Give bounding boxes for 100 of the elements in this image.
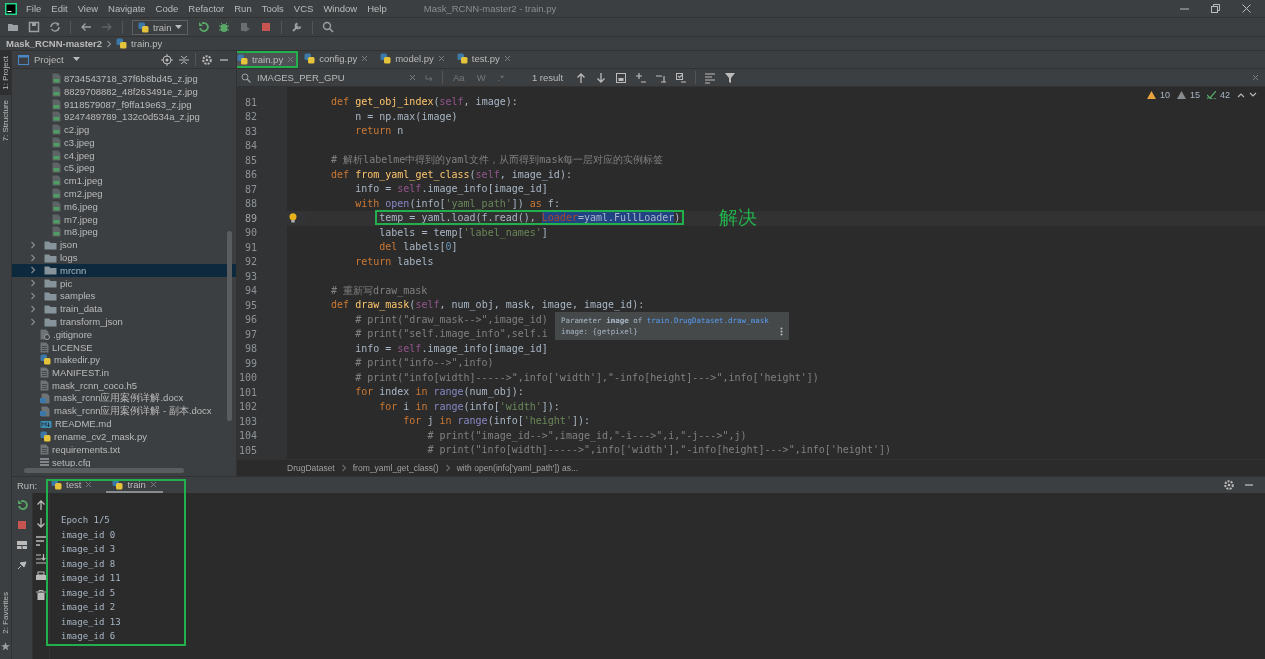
editor-tab[interactable]: test.py [450, 51, 517, 68]
close-icon[interactable] [1242, 4, 1251, 13]
typo-count[interactable]: 42 [1220, 90, 1230, 100]
open-folder-icon[interactable] [7, 21, 19, 33]
tool-window-tab[interactable]: 1: Project [0, 51, 11, 95]
menu-item[interactable]: File [25, 3, 43, 14]
menu-item[interactable]: Refactor [187, 3, 226, 14]
arrow-down-icon[interactable] [35, 517, 47, 529]
tree-item[interactable]: 9247489789_132c0d534a_z.jpg [12, 110, 236, 124]
close-icon[interactable] [85, 480, 93, 488]
tree-item[interactable]: transform_json [12, 315, 236, 328]
warning-count[interactable]: 15 [1189, 90, 1200, 100]
close-icon[interactable] [503, 55, 511, 62]
panel-title: Run: [17, 479, 38, 491]
breadcrumb-item[interactable]: from_yaml_get_class() [352, 463, 439, 473]
close-icon[interactable] [149, 480, 157, 488]
stop-icon[interactable] [260, 21, 273, 33]
editor-tab[interactable]: model.py [374, 51, 451, 68]
breadcrumb-item[interactable]: Mask_RCNN-master2 [6, 38, 103, 49]
lightbulb-icon[interactable] [289, 213, 297, 224]
more-icon[interactable] [780, 327, 783, 336]
close-icon[interactable] [1252, 74, 1259, 81]
scrollbar[interactable] [24, 468, 184, 473]
tree-item[interactable]: c5.jpeg [12, 161, 236, 175]
tool-window-tab[interactable]: 7: Structure [0, 94, 11, 147]
star-icon[interactable] [1, 642, 10, 651]
rerun-icon[interactable] [197, 21, 210, 33]
run-tab[interactable]: train [106, 477, 163, 493]
arrow-up-icon[interactable] [35, 499, 47, 511]
wrench-icon[interactable] [291, 21, 304, 33]
bug-icon[interactable] [218, 21, 231, 33]
menu-item[interactable]: Window [322, 3, 359, 14]
close-icon[interactable] [361, 55, 369, 62]
tree-item[interactable]: m6.jpeg [12, 199, 236, 213]
settings-icon[interactable] [1223, 479, 1235, 491]
tree-item[interactable]: rename_cv2_mask.py [12, 430, 236, 444]
search-icon[interactable] [322, 21, 335, 33]
tree-item[interactable]: m7.jpeg [12, 212, 236, 226]
search-field[interactable]: IMAGES_PER_GPU [257, 72, 357, 83]
panel-title[interactable]: Project [34, 54, 64, 65]
menu-item[interactable]: Code [154, 3, 180, 14]
tree-item[interactable]: logs [12, 251, 236, 264]
select-all-icon[interactable] [615, 71, 628, 84]
menu-item[interactable]: Navigate [107, 3, 147, 14]
scrollbar[interactable] [227, 231, 232, 421]
sync-icon[interactable] [49, 21, 61, 33]
tree-item[interactable]: 8829708882_48f263491e_z.jpg [12, 84, 236, 98]
tree-item[interactable]: c4.jpeg [12, 148, 236, 162]
close-icon[interactable] [437, 55, 445, 62]
menu-item[interactable]: Help [366, 3, 388, 14]
settings-icon[interactable] [201, 53, 213, 66]
stop-icon[interactable] [16, 519, 28, 531]
layout-icon[interactable] [16, 539, 28, 551]
tree-item[interactable]: train_data [12, 302, 236, 316]
breadcrumb-item[interactable]: DrugDataset [287, 463, 335, 473]
tool-window-tab[interactable]: 2: Favorites [0, 587, 11, 639]
restore-icon[interactable] [1211, 4, 1220, 13]
editor-tab[interactable]: config.py [298, 51, 375, 68]
error-icon[interactable] [1146, 91, 1156, 99]
breadcrumb-item[interactable]: with open(info['yaml_path']) as... [456, 463, 579, 473]
tree-item[interactable]: cm2.jpeg [12, 187, 236, 200]
caret-icon[interactable] [72, 57, 80, 62]
tree-item[interactable]: 9118579087_f9ffa19e63_z.jpg [12, 97, 236, 111]
tree-item[interactable]: mrcnn [12, 263, 236, 277]
menu-item[interactable]: Edit [50, 3, 69, 14]
scroll-to-end-icon[interactable] [35, 553, 47, 565]
tree-item[interactable]: setup.cfg [12, 455, 236, 467]
filter-lines-icon[interactable] [704, 71, 717, 84]
pin-icon[interactable] [16, 559, 28, 571]
trash-icon[interactable] [35, 589, 47, 601]
menu-item[interactable]: View [76, 3, 100, 14]
arrow-down-icon[interactable] [595, 71, 608, 84]
tree-item[interactable]: c2.jpg [12, 123, 236, 136]
chevron-up-icon[interactable] [1237, 92, 1245, 98]
breadcrumb-item[interactable]: train.py [131, 38, 163, 49]
close-icon[interactable] [409, 74, 416, 81]
filter-icon[interactable] [724, 71, 737, 84]
tree-item[interactable]: cm1.jpeg [12, 174, 236, 188]
warning-icon[interactable] [1176, 91, 1186, 99]
tree-item[interactable]: pic [12, 276, 236, 290]
typo-check-icon[interactable] [1207, 91, 1216, 99]
back-arrow-icon[interactable] [80, 21, 92, 33]
tree-item[interactable]: json [12, 238, 236, 252]
rerun-icon[interactable] [16, 499, 28, 511]
soft-wrap-icon[interactable] [35, 535, 47, 547]
menu-item[interactable]: Tools [260, 3, 285, 14]
target-icon[interactable] [161, 53, 173, 66]
menu-item[interactable]: Run [233, 3, 253, 14]
tree-item[interactable]: c3.jpeg [12, 136, 236, 149]
chevron-down-icon[interactable] [1249, 92, 1257, 98]
save-icon[interactable] [28, 21, 40, 33]
tree-item[interactable]: 8734543718_37f6b8bd45_z.jpg [12, 72, 236, 85]
menu-item[interactable]: VCS [292, 3, 315, 14]
tree-item[interactable]: samples [12, 289, 236, 303]
run-tab[interactable]: test [45, 477, 99, 493]
tree-item[interactable]: requirements.txt [12, 443, 236, 456]
print-icon[interactable] [35, 571, 47, 583]
replace-icon[interactable] [424, 72, 434, 83]
run-configuration-dropdown[interactable]: train [132, 19, 189, 35]
error-count[interactable]: 10 [1159, 90, 1170, 100]
